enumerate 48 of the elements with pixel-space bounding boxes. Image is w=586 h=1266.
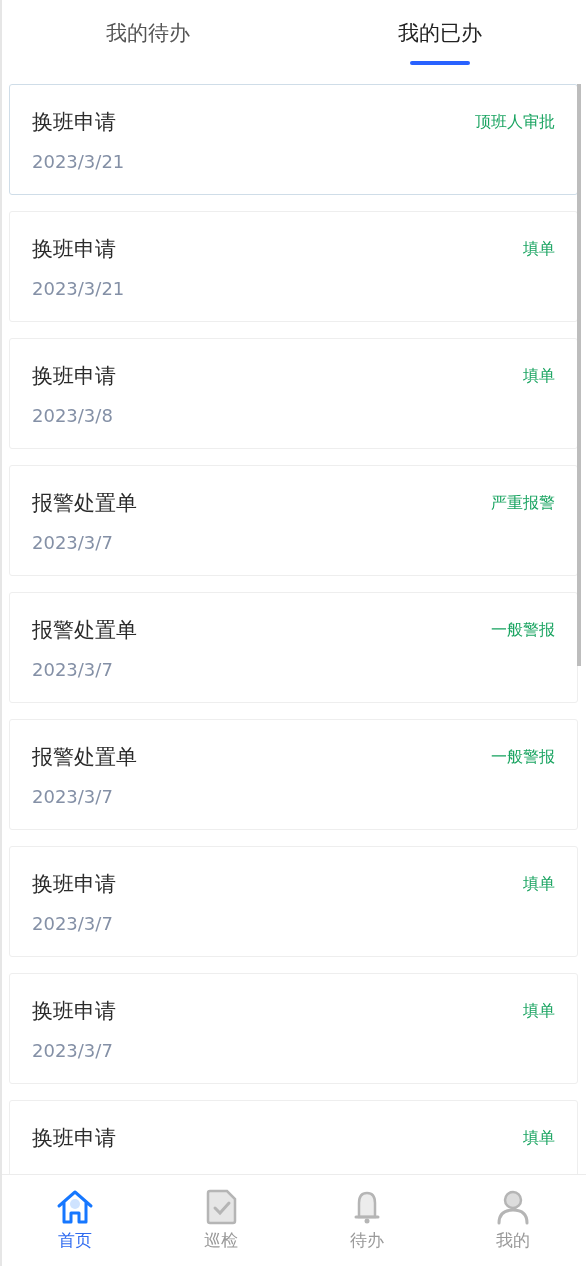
- nav-label: 待办: [350, 1229, 384, 1252]
- user-icon: [496, 1189, 530, 1225]
- task-status: 一般警报: [491, 746, 555, 768]
- task-status: 填单: [523, 1000, 555, 1022]
- task-card[interactable]: 换班申请 填单 2023/3/7: [9, 846, 578, 957]
- task-title: 换班申请: [32, 236, 116, 263]
- task-title: 换班申请: [32, 871, 116, 898]
- task-status: 一般警报: [491, 619, 555, 641]
- task-title: 报警处置单: [32, 490, 137, 517]
- tab[interactable]: 我的已办: [294, 0, 586, 84]
- bell-icon: [353, 1189, 381, 1225]
- task-card[interactable]: 报警处置单 严重报警 2023/3/7: [9, 465, 578, 576]
- task-date: 2023/3/7: [32, 912, 114, 936]
- task-status: 顶班人审批: [475, 111, 555, 133]
- task-card[interactable]: 报警处置单 一般警报 2023/3/7: [9, 719, 578, 830]
- task-title: 报警处置单: [32, 617, 137, 644]
- task-card[interactable]: 换班申请 填单 2023/3/7: [9, 973, 578, 1084]
- nav-label: 巡检: [204, 1229, 238, 1252]
- task-title: 换班申请: [32, 363, 116, 390]
- scrollbar[interactable]: [577, 84, 581, 666]
- task-date: 2023/3/7: [32, 1039, 114, 1063]
- task-card[interactable]: 换班申请 填单: [9, 1100, 578, 1174]
- nav-tab[interactable]: 首页: [2, 1175, 148, 1266]
- task-card[interactable]: 换班申请 填单 2023/3/21: [9, 211, 578, 322]
- active-tab-indicator: [410, 61, 470, 65]
- nav-label: 我的: [496, 1229, 530, 1252]
- checklist-icon: [205, 1189, 237, 1225]
- task-title: 报警处置单: [32, 744, 137, 771]
- task-status: 填单: [523, 238, 555, 260]
- task-title: 换班申请: [32, 109, 116, 136]
- task-date: 2023/3/8: [32, 404, 114, 428]
- task-status: 填单: [523, 365, 555, 387]
- nav-label: 首页: [58, 1229, 92, 1252]
- task-title: 换班申请: [32, 1125, 116, 1152]
- task-date: 2023/3/21: [32, 277, 126, 301]
- task-status: 严重报警: [491, 492, 555, 514]
- task-status: 填单: [523, 1127, 555, 1149]
- task-status: 填单: [523, 873, 555, 895]
- task-date: 2023/3/7: [32, 785, 114, 809]
- tab[interactable]: 我的待办: [2, 0, 294, 84]
- task-card[interactable]: 换班申请 顶班人审批 2023/3/21: [9, 84, 578, 195]
- task-card[interactable]: 报警处置单 一般警报 2023/3/7: [9, 592, 578, 703]
- task-date: 2023/3/7: [32, 531, 114, 555]
- task-date: 2023/3/21: [32, 150, 126, 174]
- task-title: 换班申请: [32, 998, 116, 1025]
- task-date: 2023/3/7: [32, 658, 114, 682]
- task-card[interactable]: 换班申请 填单 2023/3/8: [9, 338, 578, 449]
- home-icon: [56, 1189, 94, 1225]
